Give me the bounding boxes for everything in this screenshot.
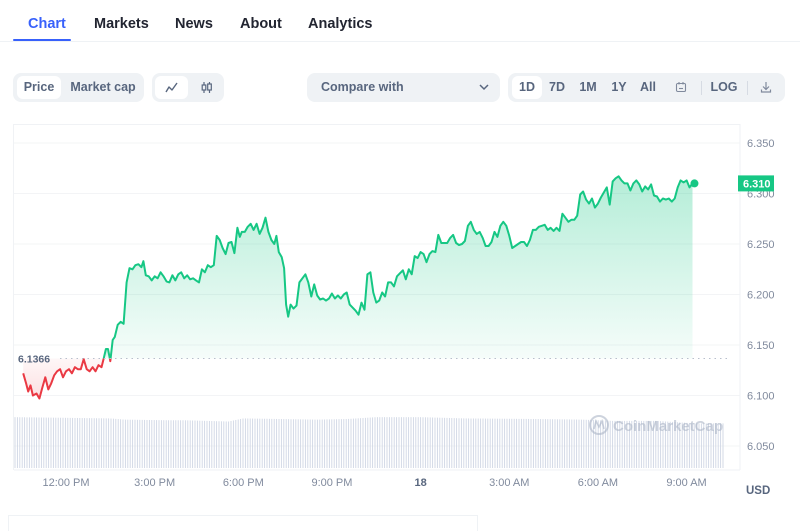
x-tick-label: 3:00 PM [134, 477, 175, 489]
price-chart[interactable]: CoinMarketCap 6.1366 6.3506.3006.2506.20… [0, 0, 800, 531]
y-tick-label: 6.200 [747, 290, 775, 302]
range-navigator[interactable] [8, 515, 478, 531]
currency-label: USD [746, 485, 770, 497]
x-tick-label: 18 [414, 477, 426, 489]
open-price-label: 6.1366 [18, 354, 50, 366]
watermark-text: CoinMarketCap [613, 418, 723, 435]
current-price-label: 6.310 [743, 178, 771, 190]
current-price-dot [690, 179, 699, 188]
area-above-open [110, 176, 693, 359]
y-tick-label: 6.350 [747, 138, 775, 150]
x-tick-label: 12:00 PM [42, 477, 89, 489]
x-tick-label: 9:00 PM [311, 477, 352, 489]
x-tick-label: 9:00 AM [666, 477, 706, 489]
x-tick-label: 6:00 AM [578, 477, 618, 489]
x-tick-label: 3:00 AM [489, 477, 529, 489]
y-tick-label: 6.100 [747, 391, 775, 403]
x-tick-label: 6:00 PM [223, 477, 264, 489]
y-tick-label: 6.250 [747, 239, 775, 251]
y-tick-label: 6.150 [747, 340, 775, 352]
x-axis: 12:00 PM 3:00 PM 6:00 PM 9:00 PM 18 3:00 AM 6:… [42, 477, 770, 497]
y-tick-label: 6.050 [747, 441, 775, 453]
